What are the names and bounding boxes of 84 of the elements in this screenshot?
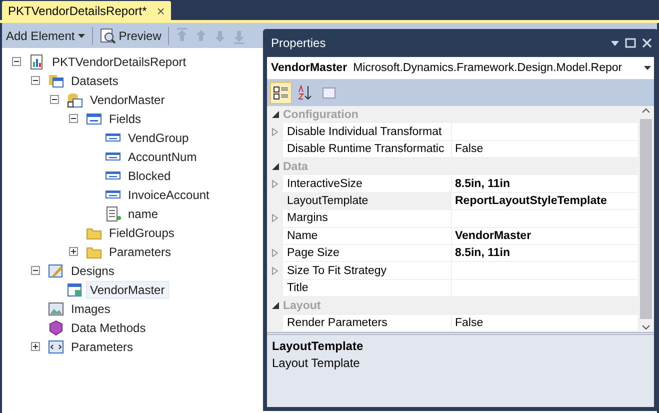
expand-toggle[interactable] [31, 342, 40, 351]
minus-icon [51, 96, 58, 103]
property-name[interactable]: Title [283, 280, 452, 296]
collapse-toggle[interactable] [31, 266, 40, 275]
categorized-button[interactable] [270, 82, 292, 104]
scroll-down-icon[interactable] [642, 325, 650, 330]
collapse-toggle[interactable] [31, 76, 40, 85]
maximize-icon[interactable] [625, 38, 636, 48]
caret-icon [78, 34, 85, 38]
window-title: Properties [271, 36, 326, 50]
document-tab[interactable]: PKTVendorDetailsReport* × [2, 1, 171, 20]
category-label: Configuration [283, 108, 358, 121]
tree-item[interactable]: Parameters [105, 242, 176, 260]
tree-item[interactable]: Blocked [124, 166, 175, 184]
property-value[interactable]: 8.5in, 11in [452, 175, 638, 192]
tree-item[interactable]: VendGroup [124, 128, 193, 146]
minus-icon [70, 115, 77, 122]
minus-icon [32, 267, 39, 274]
tree-item[interactable]: Parameters [67, 338, 138, 356]
expand-toggle[interactable] [69, 247, 78, 256]
close-icon[interactable] [642, 38, 652, 48]
description-title: LayoutTemplate [272, 339, 364, 353]
property-pages-icon [321, 85, 337, 101]
code-icon [48, 338, 64, 354]
sort-icon [297, 85, 313, 101]
collapse-arrow-icon[interactable] [272, 163, 278, 170]
minus-icon [32, 77, 39, 84]
arrow-up-icon [194, 28, 208, 44]
collapse-arrow-icon[interactable] [272, 111, 278, 118]
tree-item[interactable]: Data Methods [67, 318, 150, 336]
property-name[interactable]: Name [283, 228, 452, 244]
tree-item[interactable]: VendorMaster [86, 90, 169, 108]
category-label: Data [283, 160, 308, 173]
property-value[interactable]: False [452, 140, 638, 158]
add-element-button[interactable]: Add Element [4, 26, 87, 44]
category-label: Layout [283, 300, 321, 312]
plus-icon [32, 343, 39, 350]
move-top-icon [175, 28, 190, 44]
property-name[interactable]: Disable Runtime Transformatic [283, 140, 452, 158]
collapse-arrow-icon[interactable] [272, 302, 278, 310]
plus-icon [70, 248, 77, 255]
tree-item[interactable]: Images [67, 300, 114, 318]
report-icon [29, 54, 45, 70]
tree-item[interactable]: Datasets [67, 72, 122, 90]
field-icon [86, 110, 102, 126]
tree-item[interactable]: Fields [105, 110, 146, 128]
scroll-up-icon[interactable] [642, 108, 650, 113]
design-icon [48, 262, 64, 278]
cube-icon [48, 320, 64, 336]
property-value[interactable]: False [452, 314, 638, 331]
tree-item[interactable]: PKTVendorDetailsReport [48, 52, 190, 70]
image-icon [48, 300, 64, 316]
method-icon [105, 206, 121, 222]
tree-item[interactable]: AccountNum [124, 148, 201, 166]
caret-icon [644, 66, 650, 70]
dataset-icon [48, 72, 64, 88]
magnifier-icon [100, 28, 116, 44]
collapse-toggle[interactable] [69, 114, 78, 123]
dropdown-icon[interactable] [611, 40, 619, 46]
dataset-icon [67, 92, 83, 108]
property-value[interactable]: 8.5in, 11in [452, 245, 638, 262]
tree-item[interactable]: Designs [67, 262, 118, 280]
property-name[interactable]: Margins [283, 210, 452, 227]
close-button[interactable]: × [156, 2, 165, 18]
property-value[interactable]: VendorMaster [452, 228, 638, 244]
tree-item[interactable]: name [124, 204, 162, 222]
categorized-icon [273, 85, 289, 101]
minus-icon [13, 58, 20, 65]
property-name[interactable]: Size To Fit Strategy [283, 262, 452, 279]
description-text: Layout Template [272, 356, 361, 370]
tree-item[interactable]: VendorMaster [86, 280, 169, 298]
tree-item[interactable]: FieldGroups [105, 224, 178, 242]
property-name[interactable]: Disable Individual Transformat [283, 123, 452, 140]
tree-item[interactable]: InvoiceAccount [124, 186, 214, 204]
scrollbar[interactable] [638, 106, 654, 332]
property-value[interactable]: ReportLayoutStyleTemplate [452, 192, 638, 210]
property-name[interactable]: Render Parameters [283, 314, 452, 331]
tab-title: PKTVendorDetailsReport* [8, 4, 147, 18]
collapse-toggle[interactable] [50, 95, 59, 104]
property-name[interactable]: InteractiveSize [283, 175, 452, 192]
property-name[interactable]: Page Size [283, 245, 452, 262]
design-icon [67, 282, 83, 298]
preview-button[interactable]: Preview [98, 26, 164, 46]
collapse-toggle[interactable] [12, 57, 21, 66]
